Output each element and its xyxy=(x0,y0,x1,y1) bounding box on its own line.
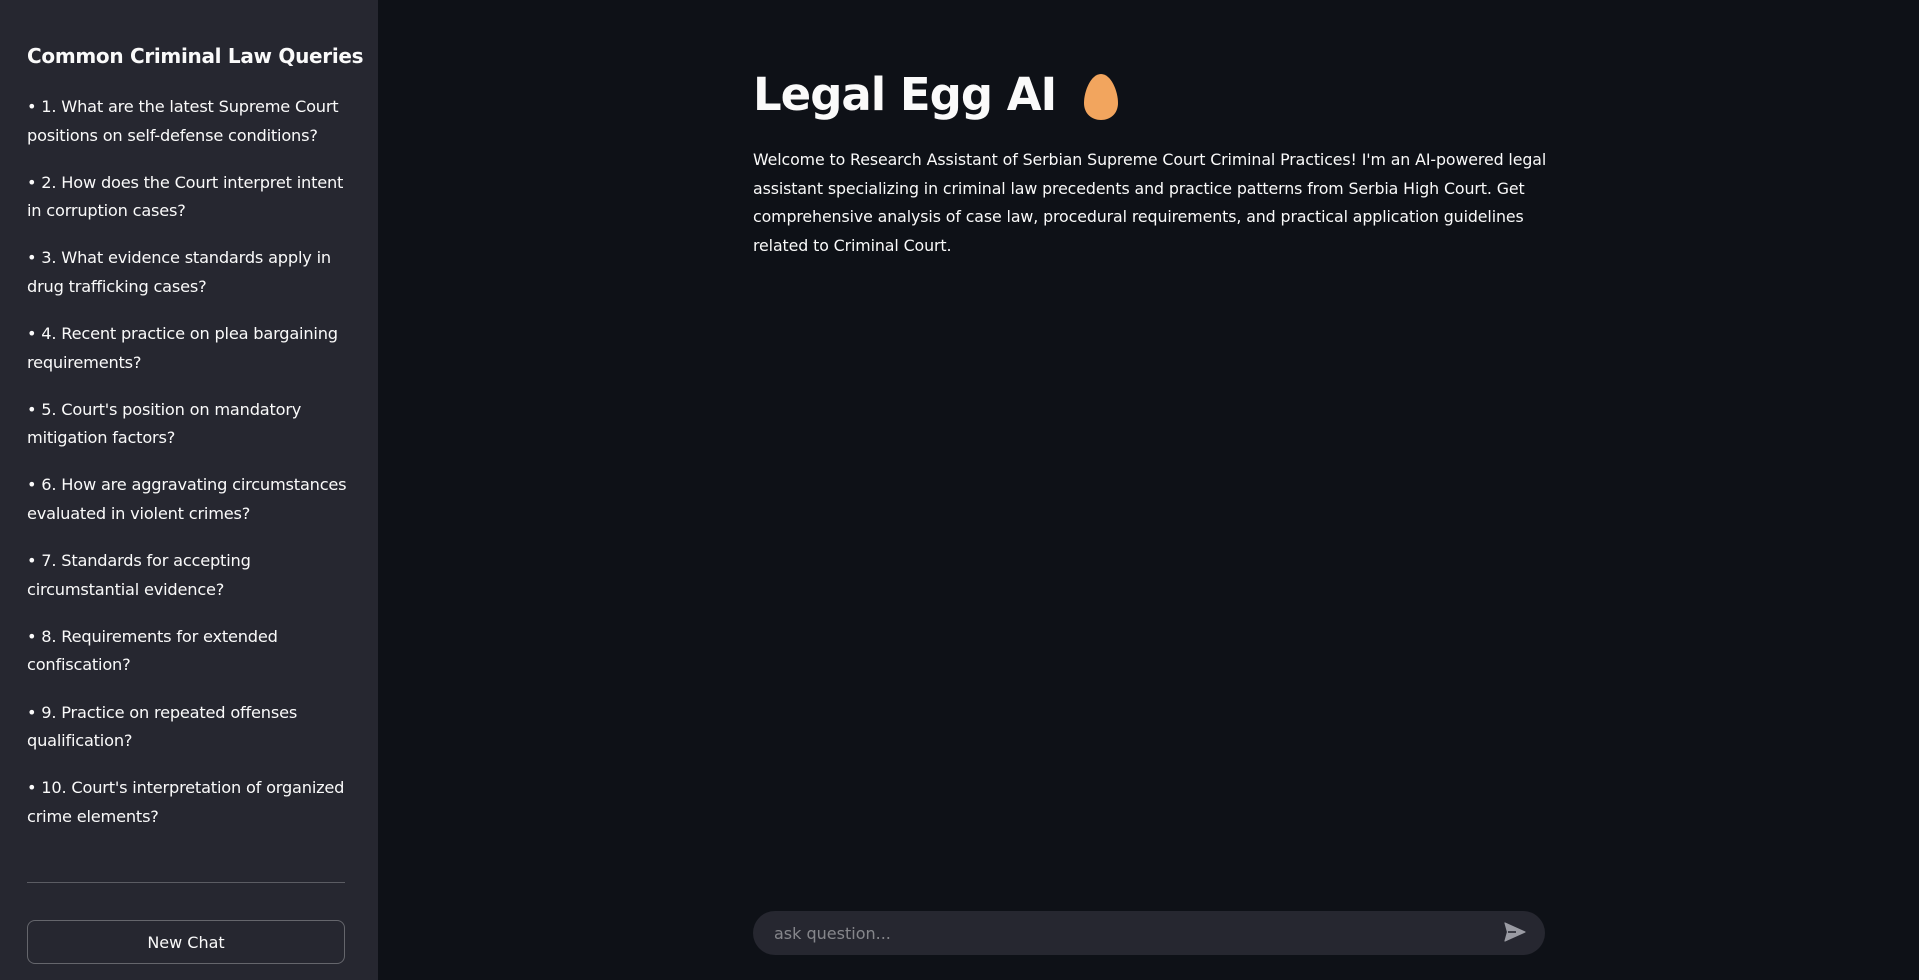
query-item-1[interactable]: • 1. What are the latest Supreme Court p… xyxy=(27,93,349,150)
sidebar-title: Common Criminal Law Queries xyxy=(27,44,364,68)
sidebar: Common Criminal Law Queries • 1. What ar… xyxy=(0,0,378,980)
query-item-10[interactable]: • 10. Court's interpretation of organize… xyxy=(27,774,349,831)
query-item-4[interactable]: • 4. Recent practice on plea bargaining … xyxy=(27,320,349,377)
query-list: • 1. What are the latest Supreme Court p… xyxy=(27,93,349,850)
welcome-message: Welcome to Research Assistant of Serbian… xyxy=(753,150,1547,256)
chat-input-container xyxy=(753,911,1545,955)
main-content: Legal Egg AI Welcome to Research Assista… xyxy=(378,0,1919,980)
query-item-9[interactable]: • 9. Practice on repeated offenses quali… xyxy=(27,699,349,756)
chat-input[interactable] xyxy=(772,922,1499,944)
egg-icon xyxy=(1083,73,1119,121)
title-row: Legal Egg AI xyxy=(753,68,1119,121)
query-item-3[interactable]: • 3. What evidence standards apply in dr… xyxy=(27,244,349,301)
query-item-6[interactable]: • 6. How are aggravating circumstances e… xyxy=(27,471,349,528)
new-chat-button[interactable]: New Chat xyxy=(27,920,345,964)
query-item-8[interactable]: • 8. Requirements for extended confiscat… xyxy=(27,623,349,680)
send-button[interactable] xyxy=(1499,917,1531,949)
query-item-5[interactable]: • 5. Court's position on mandatory mitig… xyxy=(27,396,349,453)
query-item-2[interactable]: • 2. How does the Court interpret intent… xyxy=(27,169,349,226)
sidebar-divider xyxy=(27,882,345,883)
query-item-7[interactable]: • 7. Standards for accepting circumstant… xyxy=(27,547,349,604)
page-title: Legal Egg AI xyxy=(753,68,1057,121)
send-icon xyxy=(1504,921,1526,945)
app-root: Common Criminal Law Queries • 1. What ar… xyxy=(0,0,1919,980)
